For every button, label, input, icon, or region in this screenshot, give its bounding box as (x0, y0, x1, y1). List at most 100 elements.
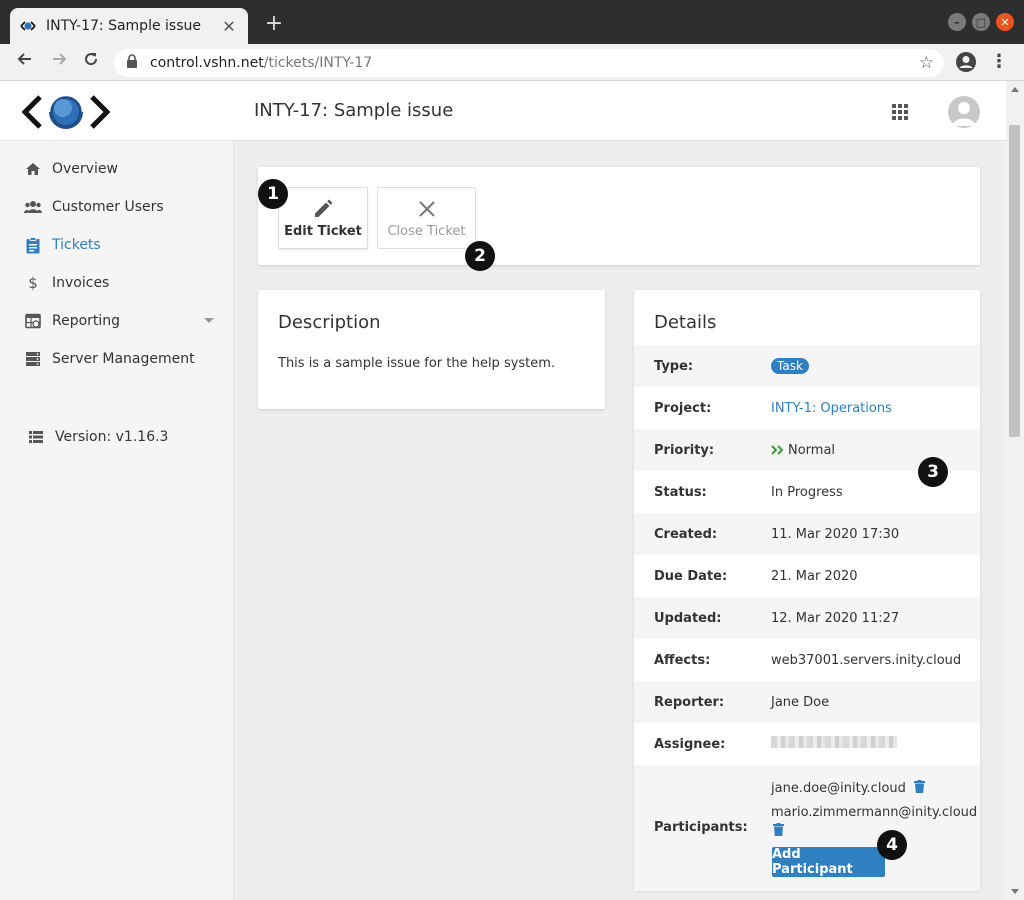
details-card: Details Type: Task Project: INTY-1: Oper… (634, 290, 980, 891)
sidebar-item-server-management[interactable]: Server Management (0, 340, 234, 378)
chevron-down-icon[interactable] (204, 318, 214, 323)
detail-row-created: Created: 11. Mar 2020 17:30 (634, 513, 980, 555)
eye-favicon-icon (20, 18, 36, 34)
detail-row-due-date: Due Date: 21. Mar 2020 (634, 555, 980, 597)
users-icon (24, 198, 42, 216)
detail-row-assignee: Assignee: (634, 723, 980, 765)
detail-row-affects: Affects: web37001.servers.inity.cloud (634, 639, 980, 681)
callout-marker-4: 4 (877, 830, 907, 860)
close-x-icon (418, 200, 435, 217)
bookmark-star-icon[interactable]: ☆ (919, 53, 934, 73)
details-title: Details (654, 312, 717, 333)
lock-icon (126, 54, 140, 72)
sidebar-item-reporting[interactable]: Reporting (0, 302, 234, 340)
tab-title: INTY-17: Sample issue (46, 18, 201, 34)
minimize-button[interactable]: – (948, 13, 966, 31)
detail-value: Normal (771, 443, 835, 458)
vshn-logo[interactable] (21, 89, 111, 135)
maximize-button[interactable]: □ (972, 13, 990, 31)
detail-value: In Progress (771, 484, 843, 500)
home-icon (24, 160, 42, 178)
sidebar-item-label: Reporting (52, 313, 121, 329)
person-icon (952, 102, 976, 126)
account-circle-icon (956, 52, 976, 72)
detail-label: Priority: (654, 442, 715, 458)
profile-button[interactable] (955, 51, 977, 73)
ticket-actions-card: Edit Ticket Close Ticket (258, 167, 980, 265)
new-tab-button[interactable]: + (262, 12, 286, 36)
clipboard-icon (24, 236, 42, 254)
participant-delete[interactable] (773, 823, 784, 839)
callout-marker-3: 3 (918, 457, 948, 487)
detail-value (771, 736, 897, 752)
url-host: control.vshn.net (150, 55, 264, 71)
sidebar-item-customer-users[interactable]: Customer Users (0, 188, 234, 226)
callout-marker-2: 2 (465, 241, 495, 271)
detail-label: Project: (654, 400, 712, 416)
browser-titlebar: INTY-17: Sample issue ✕ + – □ ✕ (0, 0, 1024, 44)
detail-label: Updated: (654, 610, 722, 626)
sidebar-item-label: Overview (52, 161, 118, 177)
back-button[interactable] (14, 51, 36, 73)
description-card: Description This is a sample issue for t… (258, 290, 605, 409)
detail-label: Participants: (654, 820, 748, 835)
browser-tab[interactable]: INTY-17: Sample issue ✕ (10, 8, 248, 44)
project-link[interactable]: INTY-1: Operations (771, 401, 892, 416)
participant-item: jane.doe@inity.cloud (771, 780, 926, 796)
detail-row-reporter: Reporter: Jane Doe (634, 681, 980, 723)
close-ticket-button[interactable]: Close Ticket (377, 187, 476, 249)
apps-grid-icon[interactable] (891, 103, 909, 121)
sidebar-version: Version: v1.16.3 (0, 418, 234, 456)
reload-icon (85, 53, 98, 66)
scroll-up-icon[interactable] (1011, 87, 1019, 92)
close-window-button[interactable]: ✕ (996, 13, 1014, 31)
user-avatar[interactable] (948, 96, 980, 128)
detail-value: web37001.servers.inity.cloud (771, 652, 962, 668)
edit-ticket-button[interactable]: Edit Ticket (278, 187, 368, 249)
window-controls: – □ ✕ (948, 13, 1014, 31)
scroll-down-icon[interactable] (1011, 889, 1019, 894)
reload-button[interactable] (80, 51, 102, 73)
address-bar[interactable]: control.vshn.net/tickets/INTY-17 ☆ (114, 49, 944, 77)
server-icon (24, 350, 42, 368)
detail-row-type: Type: Task (634, 345, 980, 387)
detail-value: 11. Mar 2020 17:30 (771, 526, 900, 542)
detail-label: Created: (654, 526, 718, 542)
trash-icon[interactable] (914, 780, 926, 793)
sidebar: Overview Customer Users Tickets $ Invoic… (0, 141, 234, 900)
pencil-icon (315, 199, 333, 217)
browser-toolbar: control.vshn.net/tickets/INTY-17 ☆ ⋮ (0, 44, 1024, 81)
sidebar-item-invoices[interactable]: $ Invoices (0, 264, 234, 302)
detail-row-participants: Participants: jane.doe@inity.cloud mario… (634, 765, 980, 891)
callout-marker-1: 1 (258, 179, 288, 209)
trash-icon[interactable] (773, 823, 784, 836)
close-ticket-label: Close Ticket (387, 223, 466, 239)
browser-menu-button[interactable]: ⋮ (988, 51, 1010, 73)
detail-label: Status: (654, 484, 707, 500)
add-participant-button[interactable]: Add Participant (772, 847, 885, 877)
detail-label: Due Date: (654, 568, 728, 584)
app-header: INTY-17: Sample issue (0, 81, 1006, 141)
page-title: INTY-17: Sample issue (254, 100, 454, 121)
detail-row-project: Project: INTY-1: Operations (634, 387, 980, 429)
page-scrollbar[interactable] (1006, 81, 1024, 900)
edit-ticket-label: Edit Ticket (284, 223, 362, 239)
tab-close-icon[interactable]: ✕ (220, 17, 238, 36)
list-icon (27, 428, 45, 446)
url-path: /tickets/INTY-17 (263, 55, 373, 71)
calendar-table-icon (24, 312, 42, 330)
scrollbar-thumb[interactable] (1009, 125, 1020, 437)
dollar-icon: $ (28, 274, 38, 292)
app-viewport: INTY-17: Sample issue Overview Customer … (0, 81, 1024, 900)
detail-label: Assignee: (654, 736, 726, 752)
detail-label: Type: (654, 358, 694, 374)
priority-value: Normal (788, 442, 836, 458)
sidebar-item-label: Server Management (52, 351, 195, 367)
sidebar-item-tickets[interactable]: Tickets (0, 226, 234, 264)
participant-email: jane.doe@inity.cloud (771, 781, 906, 796)
participant-email: mario.zimmermann@inity.cloud (771, 805, 978, 820)
forward-button[interactable] (48, 51, 70, 73)
redacted-assignee (771, 736, 897, 748)
double-chevron-right-icon (771, 444, 784, 455)
sidebar-item-overview[interactable]: Overview (0, 150, 234, 188)
